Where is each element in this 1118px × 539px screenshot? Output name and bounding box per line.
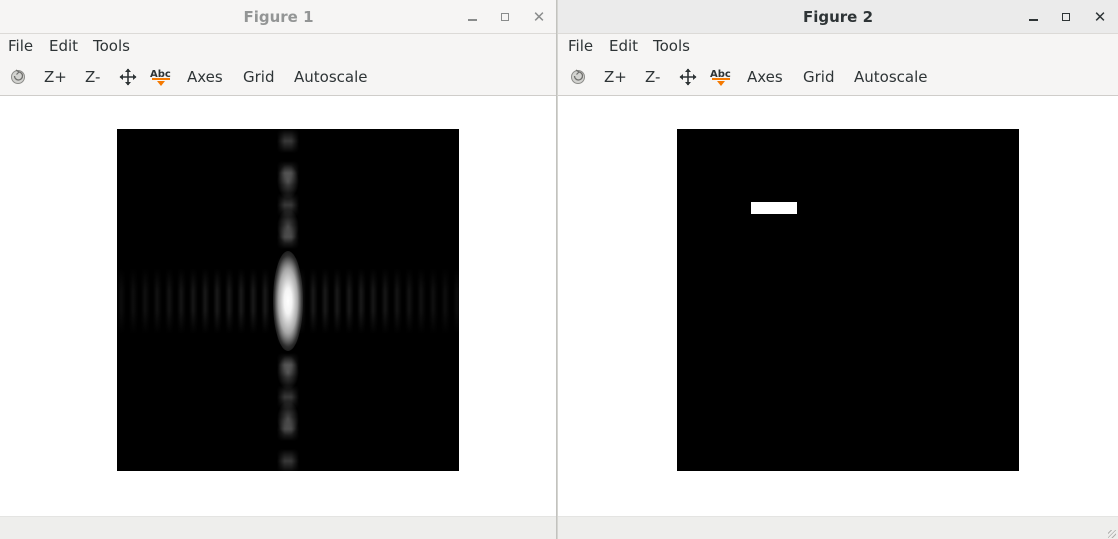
- plot-area[interactable]: [558, 96, 1118, 516]
- text-insert-icon[interactable]: Abc: [709, 66, 733, 92]
- rectangle-image: [677, 129, 1019, 471]
- rotate-icon[interactable]: [570, 67, 586, 89]
- titlebar[interactable]: Figure 2 ✕: [558, 0, 1118, 34]
- minimize-button[interactable]: [1025, 8, 1043, 26]
- resize-grip[interactable]: [1108, 530, 1116, 538]
- maximize-icon: [501, 13, 509, 21]
- central-peak: [273, 251, 303, 351]
- upper-lobe: [277, 164, 299, 199]
- white-rectangle: [751, 202, 797, 214]
- close-icon: ✕: [1093, 8, 1107, 26]
- pan-icon[interactable]: [119, 68, 137, 90]
- close-button[interactable]: ✕: [1091, 8, 1109, 26]
- maximize-button[interactable]: [1057, 8, 1075, 26]
- menubar: File Edit Tools: [0, 34, 557, 58]
- lower-lobe: [277, 355, 299, 390]
- autoscale-button[interactable]: Autoscale: [294, 68, 367, 86]
- menu-edit[interactable]: Edit: [609, 37, 638, 55]
- grid-button[interactable]: Grid: [243, 68, 274, 86]
- menu-file[interactable]: File: [8, 37, 33, 55]
- titlebar[interactable]: Figure 1 ✕: [0, 0, 557, 34]
- menu-file[interactable]: File: [568, 37, 593, 55]
- zoom-in-button[interactable]: Z+: [44, 68, 67, 86]
- fourier-spectrum-image: [117, 129, 459, 471]
- axes-button[interactable]: Axes: [187, 68, 223, 86]
- statusbar: [558, 516, 1118, 539]
- maximize-icon: [1062, 13, 1070, 21]
- pan-icon[interactable]: [679, 68, 697, 90]
- menu-tools[interactable]: Tools: [653, 37, 690, 55]
- toolbar: Z+ Z- Abc Axes Grid Autoscale: [558, 58, 1118, 96]
- autoscale-button[interactable]: Autoscale: [854, 68, 927, 86]
- zoom-out-button[interactable]: Z-: [645, 68, 660, 86]
- figure-2-window: Figure 2 ✕ File Edit Tools Z+ Z- Abc Axe…: [558, 0, 1118, 539]
- text-insert-icon[interactable]: Abc: [149, 66, 173, 92]
- statusbar: [0, 516, 557, 539]
- close-icon: ✕: [532, 8, 546, 26]
- minimize-button[interactable]: [464, 8, 482, 26]
- maximize-button[interactable]: [496, 8, 514, 26]
- zoom-out-button[interactable]: Z-: [85, 68, 100, 86]
- minimize-icon: [1029, 19, 1038, 21]
- close-button[interactable]: ✕: [530, 8, 548, 26]
- menu-edit[interactable]: Edit: [49, 37, 78, 55]
- menubar: File Edit Tools: [558, 34, 1118, 58]
- zoom-in-button[interactable]: Z+: [604, 68, 627, 86]
- figure-1-window: Figure 1 ✕ File Edit Tools Z+ Z- Abc Axe…: [0, 0, 557, 539]
- grid-button[interactable]: Grid: [803, 68, 834, 86]
- toolbar: Z+ Z- Abc Axes Grid Autoscale: [0, 58, 557, 96]
- axes-button[interactable]: Axes: [747, 68, 783, 86]
- upper-lobe-2: [277, 209, 299, 244]
- lower-lobe-2: [277, 401, 299, 436]
- minimize-icon: [468, 19, 477, 21]
- rotate-icon[interactable]: [10, 67, 26, 89]
- menu-tools[interactable]: Tools: [93, 37, 130, 55]
- plot-area[interactable]: [0, 96, 557, 516]
